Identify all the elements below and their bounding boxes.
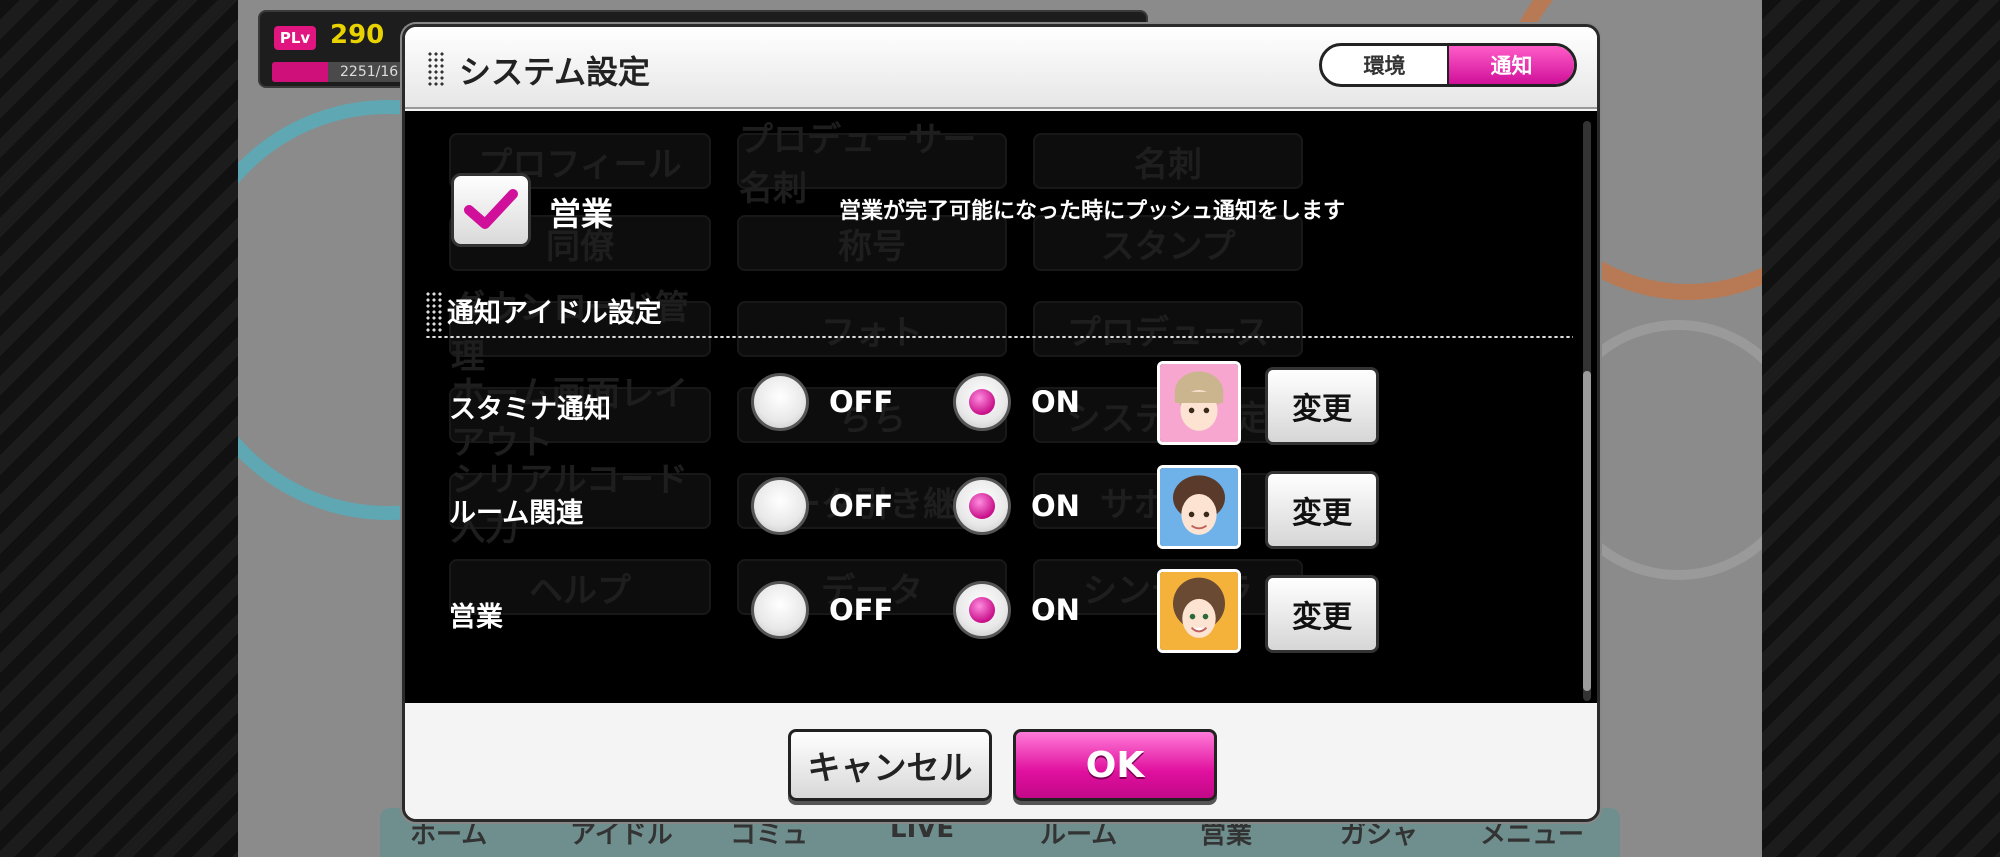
push-work-description: 営業が完了可能になった時にプッシュ通知をします [839, 199, 1346, 224]
room-off-label: OFF [829, 489, 894, 523]
tab-environment[interactable]: 環境 [1322, 46, 1447, 84]
side-stripes-right [1762, 0, 2000, 857]
stamina-on-radio[interactable] [953, 373, 1011, 431]
stamina-off-label: OFF [829, 385, 894, 419]
dialog-body: プロフィール プロデューサー名刺 名刺 同僚 称号 スタンプ ダウンロード管理 … [405, 111, 1597, 703]
ok-button[interactable]: OK [1013, 729, 1217, 801]
stamina-on-label: ON [1031, 385, 1080, 419]
player-exp-fill [272, 62, 328, 82]
work-idol-portrait [1157, 569, 1241, 653]
section-divider [425, 335, 1573, 339]
tab-notification[interactable]: 通知 [1447, 46, 1574, 84]
player-exp-text: 2251/16 [340, 64, 399, 80]
room-on-label: ON [1031, 489, 1080, 523]
row-label-stamina: スタミナ通知 [449, 394, 611, 425]
push-work-checkbox[interactable] [451, 173, 531, 247]
work-off-radio[interactable] [751, 581, 809, 639]
dialog-footer: キャンセル OK [405, 705, 1597, 819]
room-change-button[interactable]: 変更 [1265, 471, 1379, 549]
work-on-radio[interactable] [953, 581, 1011, 639]
work-off-label: OFF [829, 593, 894, 627]
room-idol-portrait [1157, 465, 1241, 549]
room-on-radio[interactable] [953, 477, 1011, 535]
room-off-radio[interactable] [751, 477, 809, 535]
dialog-title: システム設定 [459, 53, 651, 91]
settings-tab-group: 環境 通知 [1319, 43, 1577, 87]
checkmark-icon [464, 189, 518, 229]
idol-avatar-icon [1160, 364, 1238, 442]
section-dots-icon [425, 291, 443, 333]
player-level-badge: PLv [274, 26, 316, 50]
row-label-room: ルーム関連 [449, 498, 584, 529]
stamina-off-radio[interactable] [751, 373, 809, 431]
scrollbar-thumb[interactable] [1583, 371, 1591, 691]
section-title: 通知アイドル設定 [447, 298, 662, 329]
idol-avatar-icon [1160, 468, 1238, 546]
stamina-idol-portrait [1157, 361, 1241, 445]
work-on-label: ON [1031, 593, 1080, 627]
push-work-label: 営業 [549, 195, 614, 233]
cancel-button[interactable]: キャンセル [788, 729, 992, 801]
header-dots-icon [427, 51, 445, 87]
row-label-work: 営業 [449, 602, 503, 633]
idol-avatar-icon [1160, 572, 1238, 650]
player-level-value: 290 [330, 20, 385, 50]
stamina-change-button[interactable]: 変更 [1265, 367, 1379, 445]
work-change-button[interactable]: 変更 [1265, 575, 1379, 653]
side-stripes-left [0, 0, 238, 857]
dialog-header: システム設定 環境 通知 [405, 27, 1597, 109]
system-settings-dialog: システム設定 環境 通知 プロフィール プロデューサー名刺 名刺 同僚 称号 ス… [402, 24, 1600, 822]
